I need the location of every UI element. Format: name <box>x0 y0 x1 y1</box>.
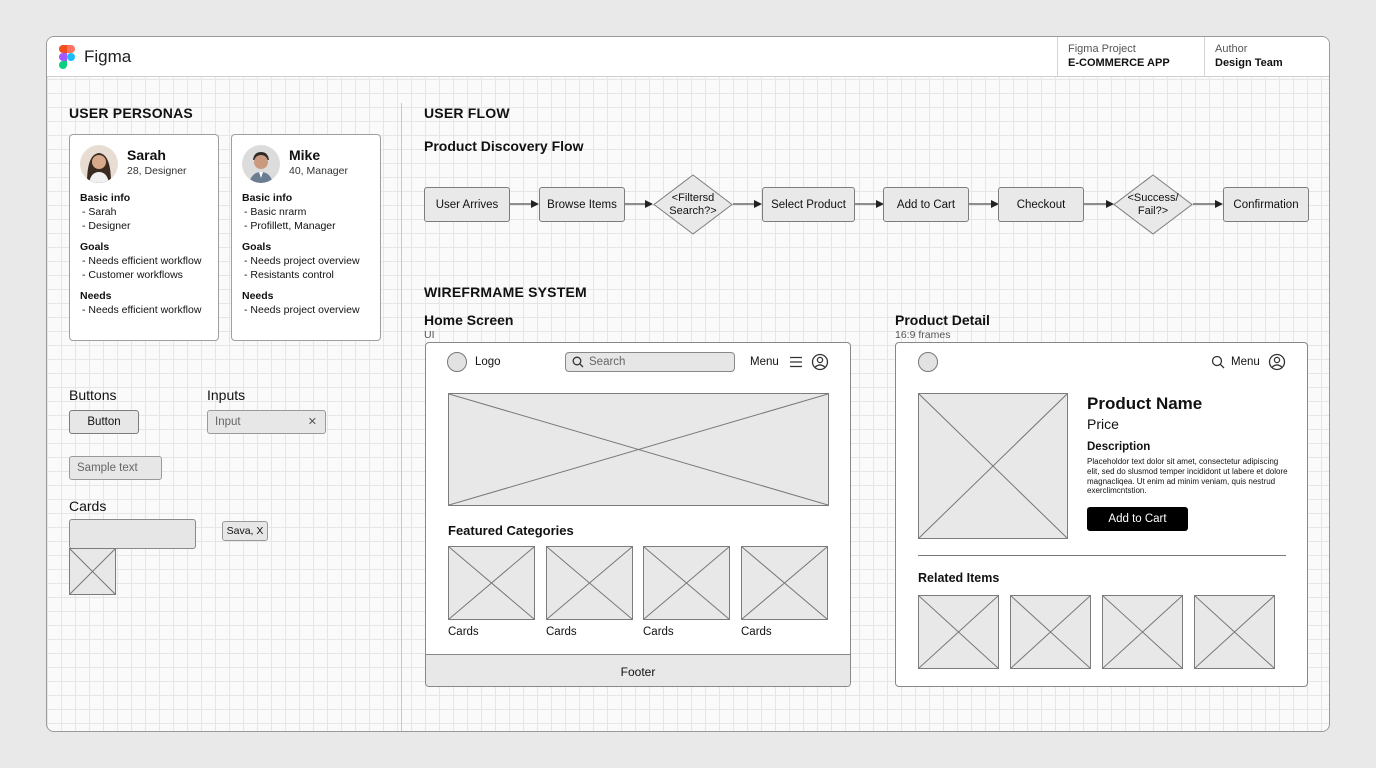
divider <box>918 555 1286 556</box>
related-item-image[interactable] <box>1194 595 1275 669</box>
category-card-label: Cards <box>546 626 577 638</box>
menu-link[interactable]: Menu <box>750 356 779 368</box>
sample-button[interactable]: Button <box>69 410 139 434</box>
product-detail-caption: 16:9 frames <box>895 329 951 341</box>
save-tag[interactable]: Sava, X <box>222 521 268 541</box>
related-items-title: Related Items <box>918 571 1000 585</box>
input-placeholder: Input <box>215 416 241 428</box>
figma-window: Figma Figma Project E-COMMERCE APP Autho… <box>46 36 1330 732</box>
product-image-placeholder <box>918 393 1068 539</box>
decision-label: <Success/ Fail?> <box>1127 191 1179 217</box>
search-icon <box>572 356 584 368</box>
category-card-label: Cards <box>448 626 479 638</box>
sample-text-field[interactable]: Sample text <box>69 456 162 480</box>
related-item-image[interactable] <box>918 595 999 669</box>
hero-image-placeholder <box>448 393 829 506</box>
product-detail-wireframe: Menu Product Name Price Description Plac… <box>895 342 1308 687</box>
sample-input[interactable]: Input ✕ <box>207 410 326 434</box>
related-item-image[interactable] <box>1010 595 1091 669</box>
product-detail-title: Product Detail <box>895 312 990 328</box>
buttons-title: Buttons <box>69 387 117 403</box>
flow-step-add-to-cart[interactable]: Add to Cart <box>883 187 969 222</box>
search-placeholder: Search <box>589 356 626 368</box>
home-screen-title: Home Screen <box>424 312 514 328</box>
related-item-image[interactable] <box>1102 595 1183 669</box>
close-icon[interactable]: ✕ <box>308 415 317 428</box>
user-icon[interactable] <box>811 353 829 371</box>
flow-step-browse-items[interactable]: Browse Items <box>539 187 625 222</box>
description-label: Description <box>1087 441 1151 453</box>
category-card-image[interactable] <box>643 546 730 620</box>
category-card-image[interactable] <box>546 546 633 620</box>
category-card-label: Cards <box>741 626 772 638</box>
home-screen-wireframe: Logo Search Menu Featured Categories Car… <box>425 342 851 687</box>
card-bar[interactable] <box>69 519 196 549</box>
search-input[interactable]: Search <box>565 352 735 372</box>
decision-label: <Filtersd Search?> <box>669 191 717 217</box>
search-icon[interactable] <box>1211 355 1225 369</box>
product-price: Price <box>1087 416 1119 432</box>
category-card-label: Cards <box>643 626 674 638</box>
flow-step-select-product[interactable]: Select Product <box>762 187 855 222</box>
flow-step-user-arrives[interactable]: User Arrives <box>424 187 510 222</box>
card-image-placeholder <box>69 548 116 595</box>
category-card-image[interactable] <box>741 546 828 620</box>
category-card-image[interactable] <box>448 546 535 620</box>
logo-label: Logo <box>475 356 501 368</box>
logo-circle <box>918 352 938 372</box>
user-icon[interactable] <box>1268 353 1286 371</box>
flow-decision-success-fail[interactable]: <Success/ Fail?> <box>1113 174 1193 235</box>
footer-bar: Footer <box>426 654 850 686</box>
flow-decision-filtered-search[interactable]: <Filtersd Search?> <box>653 174 733 235</box>
home-screen-caption: UI <box>424 329 435 341</box>
inputs-title: Inputs <box>207 387 246 403</box>
flow-step-checkout[interactable]: Checkout <box>998 187 1084 222</box>
flow-step-confirmation[interactable]: Confirmation <box>1223 187 1309 222</box>
menu-link[interactable]: Menu <box>1231 356 1260 368</box>
cards-title: Cards <box>69 498 107 514</box>
wireframe-title: WIREFRMAME SYSTEM <box>424 284 587 300</box>
add-to-cart-button[interactable]: Add to Cart <box>1087 507 1188 531</box>
featured-title: Featured Categories <box>448 523 574 538</box>
product-name: Product Name <box>1087 394 1203 413</box>
description-text: Placeholdor text dolor sit amet, consect… <box>1087 457 1288 496</box>
hamburger-icon[interactable] <box>789 356 803 368</box>
logo-circle <box>447 352 467 372</box>
